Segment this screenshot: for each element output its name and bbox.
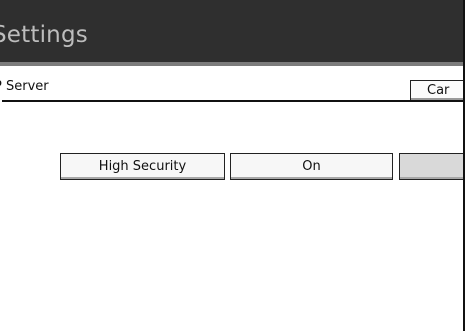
breadcrumb: P Server — [0, 66, 463, 96]
page-title: Settings — [0, 22, 88, 48]
settings-window: Settings P Server Car High Security On — [0, 0, 465, 331]
server-path-label: P Server — [0, 79, 49, 94]
header-divider — [0, 100, 463, 102]
cancel-button[interactable]: Car — [410, 80, 463, 101]
high-security-button[interactable]: High Security — [60, 153, 225, 180]
content-area — [0, 100, 2, 331]
title-bar: Settings — [0, 0, 463, 62]
third-option-button[interactable] — [399, 153, 463, 180]
on-button[interactable]: On — [230, 153, 393, 180]
